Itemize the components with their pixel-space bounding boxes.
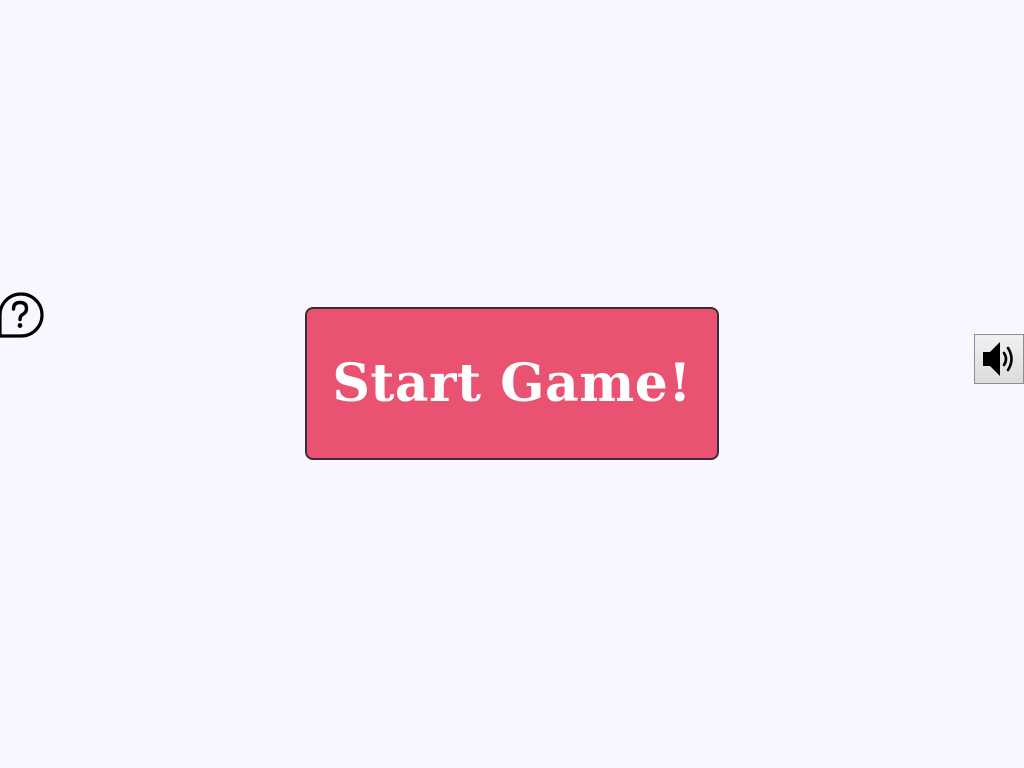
sound-toggle-button[interactable] <box>974 334 1024 384</box>
start-game-button[interactable]: Start Game! <box>305 307 719 460</box>
help-button[interactable] <box>0 290 44 338</box>
speaker-volume-icon <box>983 342 1013 376</box>
game-stage: Start Game! <box>0 0 1024 768</box>
question-bubble-icon <box>0 292 44 338</box>
